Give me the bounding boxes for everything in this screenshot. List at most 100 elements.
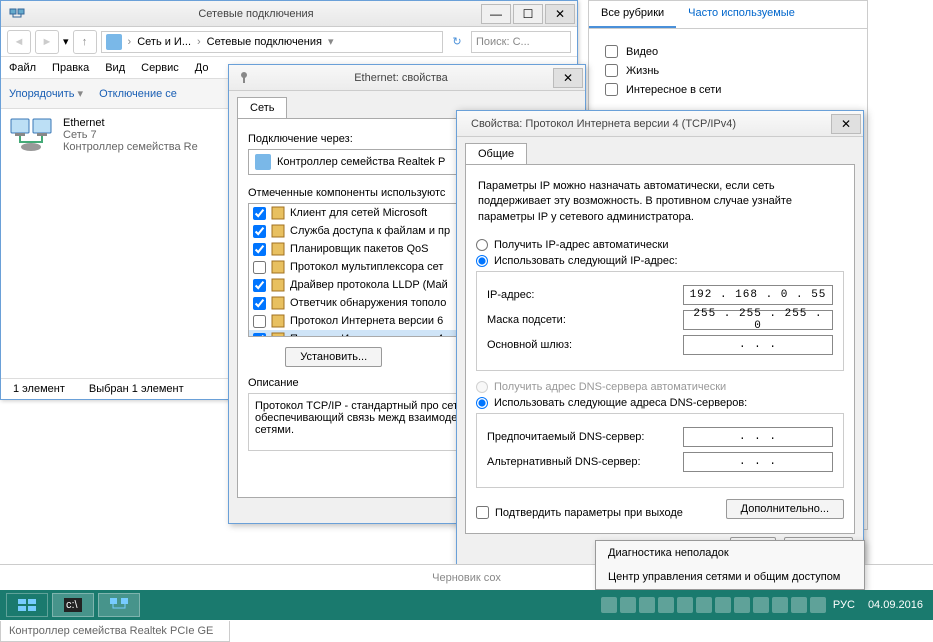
tray-icon[interactable] — [734, 597, 750, 613]
install-button[interactable]: Установить... — [285, 347, 382, 367]
ip-input[interactable]: 192 . 168 . 0 . 55 — [683, 285, 833, 305]
tray-icon[interactable] — [810, 597, 826, 613]
gateway-input[interactable]: . . . — [683, 335, 833, 355]
tray-icon[interactable] — [658, 597, 674, 613]
tray-icon[interactable] — [791, 597, 807, 613]
category-checkbox[interactable] — [605, 45, 618, 58]
category-checkbox[interactable] — [605, 83, 618, 96]
folder-icon — [106, 34, 122, 50]
category-item[interactable]: Интересное в сети — [605, 83, 851, 96]
component-icon — [270, 313, 286, 329]
ctx-diagnose[interactable]: Диагностика неполадок — [596, 541, 864, 565]
component-checkbox[interactable] — [253, 333, 266, 338]
titlebar[interactable]: Свойства: Протокол Интернета версии 4 (T… — [457, 111, 863, 137]
svg-text:c:\: c:\ — [66, 599, 79, 611]
close-button[interactable]: ✕ — [553, 68, 583, 88]
component-checkbox[interactable] — [253, 297, 266, 310]
nav-forward-icon[interactable]: ► — [35, 30, 59, 54]
radio-dns-auto: Получить адрес DNS-сервера автоматически — [476, 381, 844, 393]
tray-language[interactable]: РУС — [833, 599, 855, 611]
radio-ip-auto[interactable]: Получить IP-адрес автоматически — [476, 239, 844, 251]
task-switcher-button[interactable] — [6, 593, 48, 617]
task-cmd-button[interactable]: c:\ — [52, 593, 94, 617]
tray-icon[interactable] — [620, 597, 636, 613]
adapter-network: Сеть 7 — [63, 129, 198, 141]
tab-panel: Параметры IP можно назначать автоматичес… — [465, 164, 855, 534]
component-checkbox[interactable] — [253, 261, 266, 274]
category-checkbox[interactable] — [605, 64, 618, 77]
component-checkbox[interactable] — [253, 207, 266, 220]
component-icon — [270, 223, 286, 239]
window-title: Свойства: Протокол Интернета версии 4 (T… — [465, 118, 829, 130]
radio-input[interactable] — [476, 397, 488, 409]
adapter-icon[interactable] — [9, 117, 53, 153]
titlebar[interactable]: Сетевые подключения — ☐ ✕ — [1, 1, 577, 27]
component-checkbox[interactable] — [253, 243, 266, 256]
menu-edit[interactable]: Правка — [52, 62, 89, 74]
category-item[interactable]: Видео — [605, 45, 851, 58]
menu-tools[interactable]: Сервис — [141, 62, 179, 74]
confirm-on-exit[interactable]: Подтвердить параметры при выходе — [476, 506, 683, 519]
radio-input[interactable] — [476, 255, 488, 267]
tray-icon[interactable] — [772, 597, 788, 613]
crumb-root[interactable]: Сеть и И... — [137, 36, 191, 48]
menu-view[interactable]: Вид — [105, 62, 125, 74]
organize-button[interactable]: Упорядочить ▾ — [9, 87, 83, 100]
tray-icon[interactable] — [696, 597, 712, 613]
ctx-sharing-center[interactable]: Центр управления сетями и общим доступом — [596, 565, 864, 589]
menu-file[interactable]: Файл — [9, 62, 36, 74]
search-input[interactable]: Поиск: С... — [471, 31, 571, 53]
tray-icon[interactable] — [601, 597, 617, 613]
menu-more[interactable]: До — [195, 62, 209, 74]
tab-frequent[interactable]: Часто используемые — [676, 1, 807, 28]
adapter-info[interactable]: Ethernet Сеть 7 Контроллер семейства Re — [63, 117, 198, 321]
taskbar: c:\ РУС 04.09.2016 — [0, 590, 933, 620]
category-item[interactable]: Жизнь — [605, 64, 851, 77]
window-title: Сетевые подключения — [33, 8, 479, 20]
refresh-icon[interactable]: ↻ — [447, 32, 467, 52]
dns2-input[interactable]: . . . — [683, 452, 833, 472]
nav-history-dropdown[interactable]: ▾ — [63, 35, 69, 48]
titlebar[interactable]: Ethernet: свойства ✕ — [229, 65, 585, 91]
disable-button[interactable]: Отключение се — [99, 88, 177, 100]
category-label: Видео — [626, 46, 658, 58]
category-label: Жизнь — [626, 65, 659, 77]
close-button[interactable]: ✕ — [831, 114, 861, 134]
component-checkbox[interactable] — [253, 225, 266, 238]
component-checkbox[interactable] — [253, 315, 266, 328]
info-text: Параметры IP можно назначать автоматичес… — [476, 175, 844, 235]
crumb-current[interactable]: Сетевые подключения — [207, 36, 322, 48]
tab-general[interactable]: Общие — [465, 143, 527, 164]
status-count: 1 элемент — [13, 383, 65, 395]
close-button[interactable]: ✕ — [545, 4, 575, 24]
tray-icon[interactable] — [715, 597, 731, 613]
status-selected: Выбран 1 элемент — [89, 383, 184, 395]
nav-back-icon[interactable]: ◄ — [7, 30, 31, 54]
task-network-button[interactable] — [98, 593, 140, 617]
tab-all-categories[interactable]: Все рубрики — [589, 1, 676, 28]
tab-network[interactable]: Сеть — [237, 97, 287, 118]
component-label: Ответчик обнаружения тополо — [290, 297, 446, 309]
tray-icon[interactable] — [753, 597, 769, 613]
tray-icon[interactable] — [677, 597, 693, 613]
radio-dns-manual[interactable]: Использовать следующие адреса DNS-сервер… — [476, 397, 844, 409]
radio-input[interactable] — [476, 239, 488, 251]
network-context-menu: Диагностика неполадок Центр управления с… — [595, 540, 865, 590]
mask-input[interactable]: 255 . 255 . 255 . 0 — [683, 310, 833, 330]
component-label: Протокол мультиплексора сет — [290, 261, 443, 273]
advanced-button[interactable]: Дополнительно... — [726, 499, 844, 519]
tray-icon[interactable] — [639, 597, 655, 613]
minimize-button[interactable]: — — [481, 4, 511, 24]
component-label: Протокол Интернета версии 6 — [290, 315, 443, 327]
maximize-button[interactable]: ☐ — [513, 4, 543, 24]
confirm-checkbox[interactable] — [476, 506, 489, 519]
dns1-input[interactable]: . . . — [683, 427, 833, 447]
component-checkbox[interactable] — [253, 279, 266, 292]
dns-group: Предпочитаемый DNS-сервер:. . . Альтерна… — [476, 413, 844, 488]
radio-ip-manual[interactable]: Использовать следующий IP-адрес: — [476, 255, 844, 267]
nav-up-icon[interactable]: ↑ — [73, 30, 97, 54]
breadcrumb[interactable]: › Сеть и И... › Сетевые подключения ▾ — [101, 31, 443, 53]
component-label: Драйвер протокола LLDP (Май — [290, 279, 448, 291]
tray-date[interactable]: 04.09.2016 — [868, 599, 923, 611]
component-icon — [270, 205, 286, 221]
